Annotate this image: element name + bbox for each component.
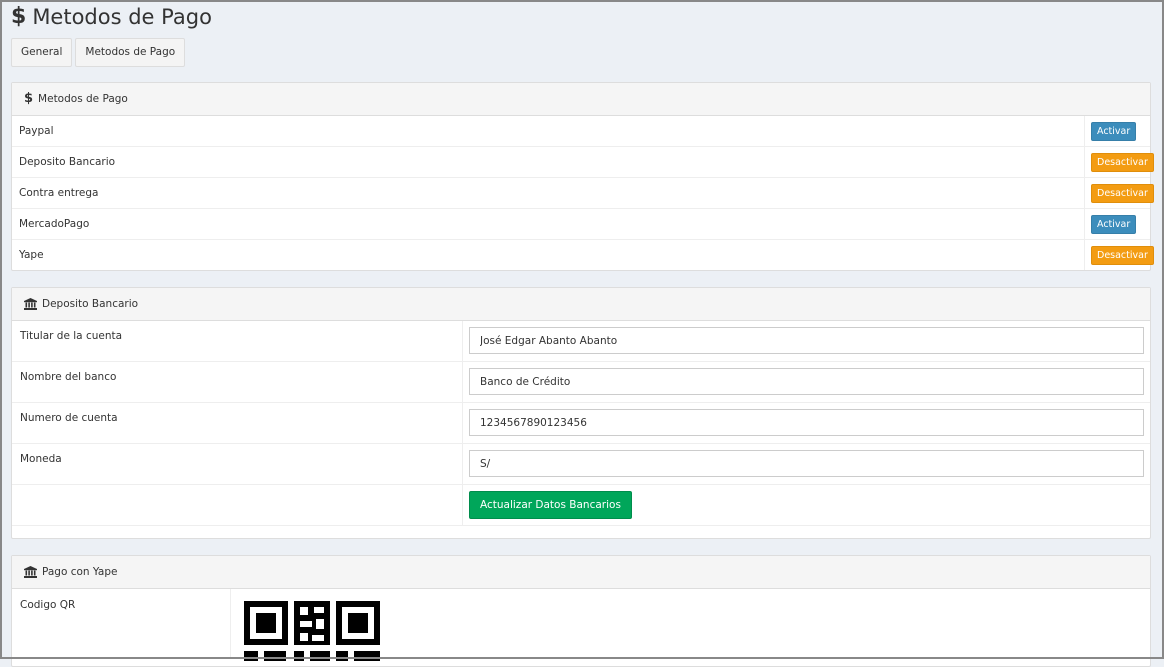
payment-method-action-cell: Desactivar: [1084, 178, 1154, 208]
payment-method-action-cell: Desactivar: [1084, 147, 1154, 177]
payment-method-action-cell: Activar: [1084, 116, 1137, 146]
dollar-icon: $: [11, 4, 27, 29]
payment-method-name: Deposito Bancario: [19, 156, 116, 168]
desactivar-button[interactable]: Desactivar: [1091, 245, 1154, 265]
page-title-text: Metodos de Pago: [32, 4, 212, 29]
moneda-label: Moneda: [20, 453, 62, 465]
payment-method-row-contra-entrega: Contra entrega Desactivar: [12, 178, 1154, 209]
titular-input[interactable]: [469, 327, 1144, 354]
bank-deposit-title: Deposito Bancario: [42, 298, 139, 310]
cuenta-label: Numero de cuenta: [20, 412, 118, 424]
bank-row-banco: Nombre del banco: [12, 362, 1150, 403]
yape-title: Pago con Yape: [42, 566, 118, 578]
payment-method-row-paypal: Paypal Activar: [12, 116, 1150, 147]
moneda-input[interactable]: [469, 450, 1144, 477]
desactivar-button[interactable]: Desactivar: [1091, 152, 1154, 172]
titular-field-cell: [462, 321, 1150, 361]
payment-method-name: Yape: [19, 249, 44, 261]
bank-row-submit: Actualizar Datos Bancarios: [12, 485, 1150, 526]
update-bank-data-button[interactable]: Actualizar Datos Bancarios: [469, 491, 632, 519]
bank-row-cuenta: Numero de cuenta: [12, 403, 1150, 444]
bank-deposit-panel: Deposito Bancario Titular de la cuenta N…: [11, 287, 1151, 539]
tab-general[interactable]: General: [11, 38, 73, 67]
payment-method-row-mercadopago: MercadoPago Activar: [12, 209, 1150, 240]
banco-field-cell: [462, 362, 1150, 402]
payment-method-name: Contra entrega: [19, 187, 99, 199]
payment-method-row-deposito: Deposito Bancario Desactivar: [12, 147, 1154, 178]
payment-method-name: Paypal: [19, 125, 54, 137]
submit-cell: Actualizar Datos Bancarios: [462, 485, 1150, 525]
banco-label: Nombre del banco: [20, 371, 117, 383]
payment-methods-panel: $ Metodos de Pago Paypal Activar Deposit…: [11, 82, 1154, 271]
desactivar-button[interactable]: Desactivar: [1091, 183, 1154, 203]
tab-metodos-de-pago[interactable]: Metodos de Pago: [75, 38, 186, 67]
qr-code-image: [244, 601, 380, 661]
payment-method-action-cell: Activar: [1084, 209, 1137, 239]
qr-cell: [230, 589, 1151, 661]
bank-icon: [24, 298, 37, 310]
yape-panel: Pago con Yape Codigo QR: [11, 555, 1151, 667]
bank-row-titular: Titular de la cuenta: [12, 321, 1150, 362]
bank-row-moneda: Moneda: [12, 444, 1150, 485]
tabs: General Metodos de Pago: [11, 38, 186, 67]
submit-label-spacer: [12, 485, 462, 525]
activar-button[interactable]: Activar: [1091, 121, 1137, 141]
cuenta-field-cell: [462, 403, 1150, 443]
yape-header: Pago con Yape: [12, 556, 1150, 589]
activar-button[interactable]: Activar: [1091, 214, 1137, 234]
banco-input[interactable]: [469, 368, 1144, 395]
payment-method-action-cell: Desactivar: [1084, 240, 1154, 270]
page-title: $ Metodos de Pago: [11, 4, 212, 29]
payment-methods-header: $ Metodos de Pago: [12, 83, 1150, 116]
bank-icon: [24, 566, 37, 578]
cuenta-input[interactable]: [469, 409, 1144, 436]
moneda-field-cell: [462, 444, 1150, 484]
qr-label: Codigo QR: [20, 599, 76, 611]
payment-method-row-yape: Yape Desactivar: [12, 240, 1154, 270]
titular-label: Titular de la cuenta: [20, 330, 123, 342]
payment-method-name: MercadoPago: [19, 218, 90, 230]
payment-methods-title: Metodos de Pago: [38, 93, 128, 105]
dollar-icon: $: [24, 91, 34, 106]
yape-qr-row: Codigo QR: [12, 589, 1151, 661]
bank-deposit-header: Deposito Bancario: [12, 288, 1150, 321]
